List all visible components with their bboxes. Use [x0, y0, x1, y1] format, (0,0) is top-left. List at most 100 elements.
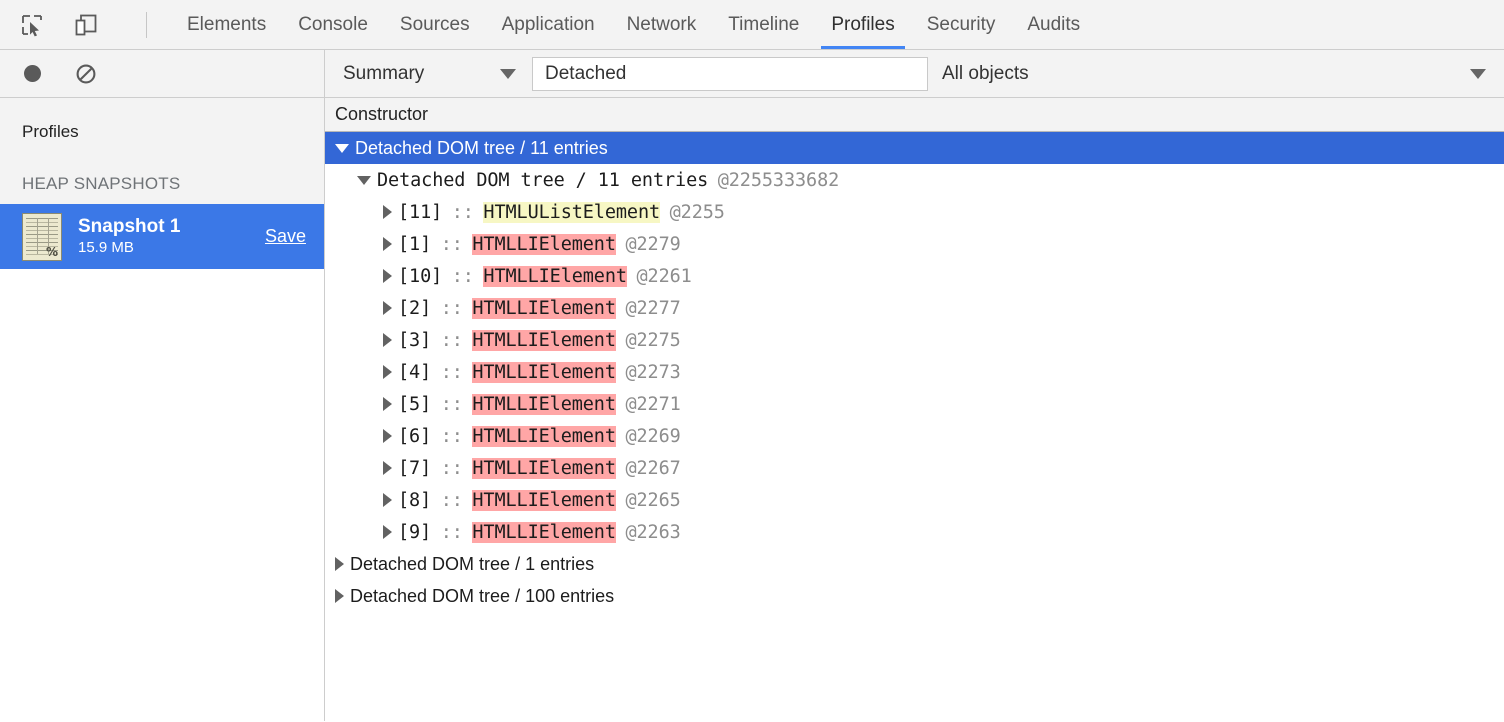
tree-row[interactable]: [11]::HTMLUListElement@2255 — [325, 196, 1504, 228]
tree-object-id: @2269 — [625, 426, 680, 447]
chevron-down-icon[interactable] — [357, 176, 371, 185]
tree-group-label: Detached DOM tree / 100 entries — [350, 586, 614, 607]
snapshot-meta: Snapshot 1 15.9 MB — [78, 216, 265, 257]
tree-entry-index: [4] — [398, 362, 431, 383]
constructor-column-header: Constructor — [325, 98, 1504, 132]
sidebar-empty-area — [0, 269, 324, 721]
tree-row[interactable]: [10]::HTMLLIElement@2261 — [325, 260, 1504, 292]
chevron-down-icon[interactable] — [335, 144, 349, 153]
tree-row[interactable]: [4]::HTMLLIElement@2273 — [325, 356, 1504, 388]
devtools-tabs: Elements Console Sources Application Net… — [171, 0, 1096, 49]
heap-panel-toolbar: Summary All objects — [325, 50, 1504, 98]
tree-row[interactable]: Detached DOM tree / 11 entries @225533368… — [325, 164, 1504, 196]
tree-object-id: @2279 — [625, 234, 680, 255]
chevron-right-icon[interactable] — [383, 333, 392, 347]
tab-elements[interactable]: Elements — [171, 0, 282, 49]
chevron-right-icon[interactable] — [383, 269, 392, 283]
tab-label: Elements — [187, 14, 266, 36]
scope-select-value: All objects — [942, 63, 1460, 85]
heap-snapshot-tree[interactable]: Detached DOM tree / 11 entriesDetached D… — [325, 132, 1504, 721]
tree-entry-index: [9] — [398, 522, 431, 543]
heap-snapshots-section-label: HEAP SNAPSHOTS — [0, 142, 324, 204]
tab-profiles[interactable]: Profiles — [815, 0, 910, 49]
tab-label: Profiles — [831, 14, 894, 36]
chevron-down-icon — [500, 69, 516, 79]
tree-row[interactable]: [3]::HTMLLIElement@2275 — [325, 324, 1504, 356]
tab-audits[interactable]: Audits — [1011, 0, 1096, 49]
tab-network[interactable]: Network — [611, 0, 713, 49]
inspect-element-icon[interactable] — [16, 9, 48, 41]
tree-entry-class-name: HTMLLIElement — [472, 394, 616, 415]
device-toolbar-icon[interactable] — [70, 9, 102, 41]
chevron-right-icon[interactable] — [383, 237, 392, 251]
tree-entry-class-name: HTMLLIElement — [472, 234, 616, 255]
tree-entry-class-name: HTMLLIElement — [472, 362, 616, 383]
chevron-right-icon[interactable] — [383, 461, 392, 475]
snapshot-list-item[interactable]: % Snapshot 1 15.9 MB Save — [0, 204, 324, 269]
snapshot-thumbnail-icon: % — [22, 213, 62, 261]
record-button[interactable] — [16, 58, 48, 90]
heap-profile-panel: Summary All objects Constructor Detached… — [325, 50, 1504, 721]
tree-entry-separator: :: — [452, 266, 474, 287]
tab-timeline[interactable]: Timeline — [712, 0, 815, 49]
tree-row[interactable]: [9]::HTMLLIElement@2263 — [325, 516, 1504, 548]
tree-entry-class-name: HTMLLIElement — [483, 266, 627, 287]
tree-row[interactable]: Detached DOM tree / 11 entries — [325, 132, 1504, 164]
save-snapshot-link[interactable]: Save — [265, 226, 306, 247]
scope-select[interactable]: All objects — [928, 50, 1504, 97]
tree-group-label: Detached DOM tree / 1 entries — [350, 554, 594, 575]
tab-label: Application — [502, 14, 595, 36]
class-filter-box[interactable] — [532, 57, 928, 91]
record-circle-icon — [24, 65, 41, 82]
chevron-right-icon[interactable] — [383, 429, 392, 443]
tree-row[interactable]: [1]::HTMLLIElement@2279 — [325, 228, 1504, 260]
tab-application[interactable]: Application — [486, 0, 611, 49]
tree-object-id: @2275 — [625, 330, 680, 351]
tree-entry-separator: :: — [441, 362, 463, 383]
tree-entry-index: [3] — [398, 330, 431, 351]
tab-sources[interactable]: Sources — [384, 0, 486, 49]
tree-row[interactable]: [8]::HTMLLIElement@2265 — [325, 484, 1504, 516]
tree-object-id: @2261 — [637, 266, 692, 287]
devtools-body: Profiles HEAP SNAPSHOTS % Snapshot 1 15.… — [0, 50, 1504, 721]
snapshot-title: Snapshot 1 — [78, 216, 265, 238]
search-input[interactable] — [543, 62, 917, 86]
tree-row[interactable]: Detached DOM tree / 1 entries — [325, 548, 1504, 580]
chevron-right-icon[interactable] — [383, 493, 392, 507]
tree-object-id: @2277 — [625, 298, 680, 319]
view-select[interactable]: Summary — [325, 50, 530, 97]
tree-group-label: Detached DOM tree / 11 entries — [355, 138, 608, 159]
tab-label: Network — [627, 14, 697, 36]
tree-object-id: @2267 — [625, 458, 680, 479]
tree-entry-class-name: HTMLLIElement — [472, 458, 616, 479]
tree-row[interactable]: Detached DOM tree / 100 entries — [325, 580, 1504, 612]
profiles-sidebar-toolbar — [0, 50, 324, 98]
view-select-value: Summary — [343, 63, 490, 85]
snapshot-size: 15.9 MB — [78, 238, 265, 258]
tree-entry-separator: :: — [441, 298, 463, 319]
tab-console[interactable]: Console — [282, 0, 384, 49]
tree-entry-separator: :: — [441, 426, 463, 447]
clear-button[interactable] — [70, 58, 102, 90]
tree-entry-index: [5] — [398, 394, 431, 415]
tree-group-label: Detached DOM tree / 11 entries — [377, 170, 708, 191]
toolbar-divider — [146, 12, 147, 38]
chevron-right-icon[interactable] — [335, 557, 344, 571]
chevron-right-icon[interactable] — [383, 205, 392, 219]
tab-security[interactable]: Security — [911, 0, 1012, 49]
tab-label: Timeline — [728, 14, 799, 36]
chevron-right-icon[interactable] — [383, 397, 392, 411]
tree-row[interactable]: [6]::HTMLLIElement@2269 — [325, 420, 1504, 452]
tree-entry-index: [2] — [398, 298, 431, 319]
tree-row[interactable]: [2]::HTMLLIElement@2277 — [325, 292, 1504, 324]
profiles-header: Profiles — [0, 98, 324, 142]
tree-row[interactable]: [5]::HTMLLIElement@2271 — [325, 388, 1504, 420]
chevron-right-icon[interactable] — [335, 589, 344, 603]
devtools-tabbar: Elements Console Sources Application Net… — [0, 0, 1504, 50]
chevron-right-icon[interactable] — [383, 525, 392, 539]
chevron-right-icon[interactable] — [383, 301, 392, 315]
tree-row[interactable]: [7]::HTMLLIElement@2267 — [325, 452, 1504, 484]
tree-object-id: @2255333682 — [718, 170, 839, 191]
chevron-right-icon[interactable] — [383, 365, 392, 379]
tree-entry-separator: :: — [441, 522, 463, 543]
